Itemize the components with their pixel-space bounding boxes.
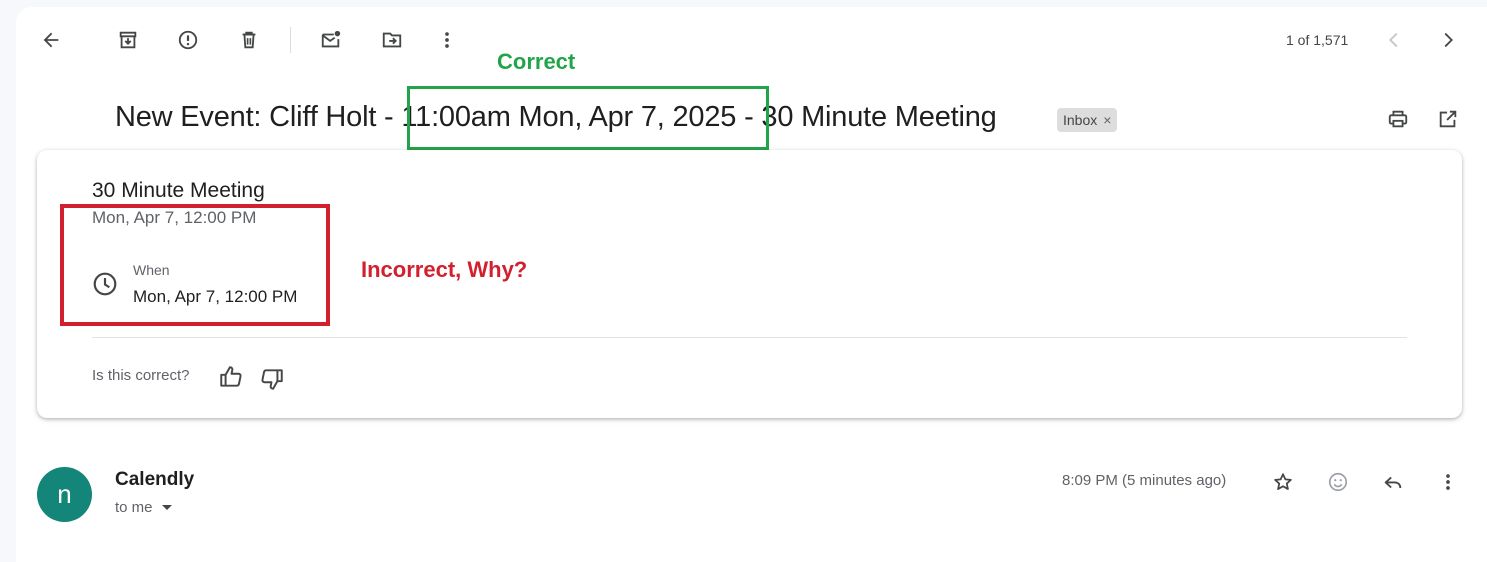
reply-button[interactable] <box>1373 462 1413 502</box>
older-button[interactable] <box>1428 20 1468 60</box>
event-title: 30 Minute Meeting <box>92 179 265 202</box>
inbox-label-text: Inbox <box>1063 112 1098 128</box>
inbox-label-chip[interactable]: Inbox × <box>1057 108 1118 132</box>
chevron-right-icon <box>1444 32 1453 48</box>
archive-button[interactable] <box>108 20 148 60</box>
star-icon <box>1274 473 1292 490</box>
remove-label-button[interactable]: × <box>1103 108 1111 132</box>
thumbs-down-icon[interactable] <box>259 366 285 392</box>
annotation-red-box <box>60 204 330 326</box>
back-button[interactable] <box>31 20 71 60</box>
open-new-window-button[interactable] <box>1428 99 1468 139</box>
print-button[interactable] <box>1378 99 1418 139</box>
report-spam-icon <box>178 30 198 50</box>
caret-down-icon <box>161 504 172 510</box>
card-divider <box>92 337 1407 338</box>
move-to-icon <box>382 32 402 48</box>
more-vert-icon <box>445 32 449 48</box>
mark-unread-button[interactable] <box>311 20 351 60</box>
print-icon <box>1388 110 1408 128</box>
annotation-incorrect: Incorrect, Why? <box>361 257 528 282</box>
more-vert-icon <box>1446 474 1450 490</box>
recipient-text: to me <box>115 499 153 516</box>
arrow-back-icon <box>43 32 59 48</box>
feedback-question: Is this correct? <box>92 367 190 384</box>
more-actions-button[interactable] <box>427 20 467 60</box>
open-in-new-icon <box>1439 110 1457 128</box>
message-more-button[interactable] <box>1428 462 1468 502</box>
sender-name[interactable]: Calendly <box>115 469 194 491</box>
delete-button[interactable] <box>229 20 269 60</box>
message-time: 8:09 PM (5 minutes ago) <box>1062 472 1227 489</box>
reply-icon <box>1384 476 1402 489</box>
toolbar-separator <box>290 27 291 53</box>
emoji-icon <box>1328 472 1348 492</box>
subject-prefix: New Event: Cliff Holt - <box>115 101 402 133</box>
recipient-details-toggle[interactable]: to me <box>115 499 173 516</box>
newer-button[interactable] <box>1374 20 1414 60</box>
add-reaction-button[interactable] <box>1318 462 1358 502</box>
delete-icon <box>242 31 256 49</box>
chevron-left-icon <box>1389 32 1398 48</box>
annotation-correct: Correct <box>497 49 576 74</box>
star-button[interactable] <box>1263 462 1303 502</box>
report-spam-button[interactable] <box>168 20 208 60</box>
thumbs-up-icon[interactable] <box>218 364 244 390</box>
annotation-green-box <box>407 86 769 150</box>
archive-icon <box>119 31 137 49</box>
avatar[interactable]: n <box>37 467 92 522</box>
pagination-count: 1 of 1,571 <box>1286 32 1349 48</box>
mark-unread-icon <box>321 30 341 48</box>
move-to-button[interactable] <box>372 20 412 60</box>
subject-suffix: - 30 Minute Meeting <box>736 101 997 133</box>
